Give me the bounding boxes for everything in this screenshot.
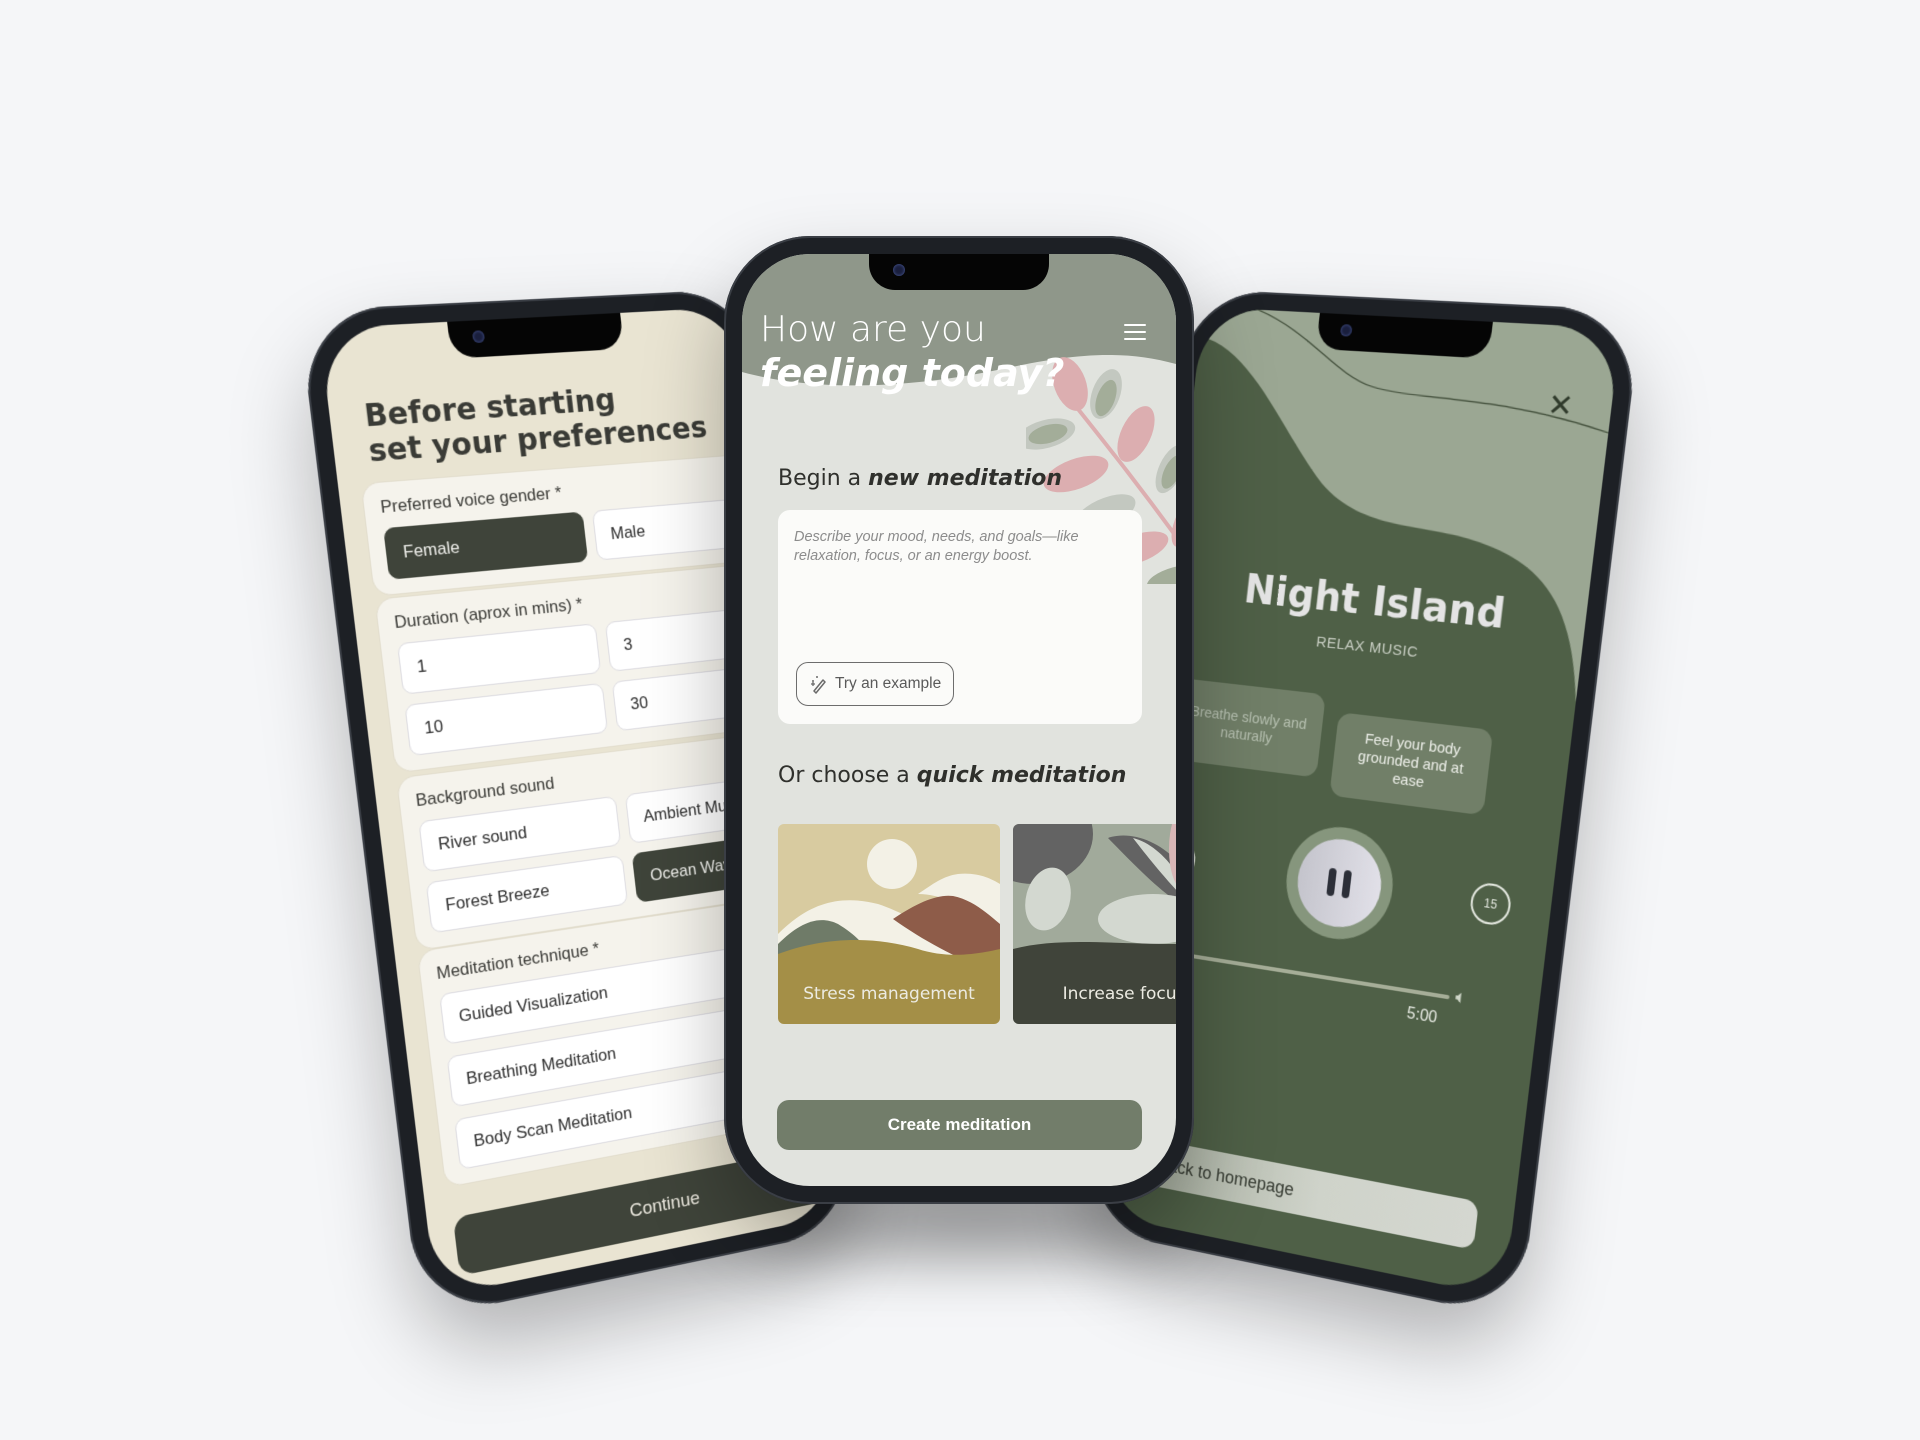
duration-option-1[interactable]: 1 bbox=[396, 623, 602, 695]
notch bbox=[447, 312, 625, 359]
quick-meditation-carousel[interactable]: Stress management Increase focus bbox=[778, 824, 1176, 1024]
camera-icon bbox=[893, 264, 905, 276]
quick-card-stress[interactable]: Stress management bbox=[778, 824, 1000, 1024]
affirmation-card[interactable]: Feel your body grounded and at ease bbox=[1329, 712, 1494, 816]
new-meditation-heading: Begin a new meditation bbox=[778, 466, 1063, 491]
duration-label: 5:00 bbox=[1405, 1004, 1439, 1027]
preferences-title: Before starting set your preferences bbox=[362, 378, 708, 470]
notch bbox=[869, 254, 1049, 290]
mood-input-placeholder: Describe your mood, needs, and goals—lik… bbox=[794, 529, 1079, 564]
camera-icon bbox=[1339, 324, 1353, 337]
duration-option-10[interactable]: 10 bbox=[404, 682, 609, 757]
skip-forward-button[interactable]: 15 bbox=[1468, 880, 1513, 928]
camera-icon bbox=[471, 330, 486, 344]
close-icon[interactable]: ✕ bbox=[1544, 388, 1576, 424]
quick-card-label: Stress management bbox=[803, 984, 975, 1004]
create-meditation-button[interactable]: Create meditation bbox=[777, 1100, 1142, 1150]
hamburger-menu-icon[interactable] bbox=[1124, 324, 1146, 340]
try-example-button[interactable]: Try an example bbox=[796, 662, 955, 706]
phone-home: How are you feeling today? Begin a new m… bbox=[724, 236, 1194, 1204]
speaker-icon[interactable]: 🔈︎ bbox=[1454, 986, 1478, 1012]
pause-icon bbox=[1293, 833, 1386, 933]
quick-card-focus[interactable]: Increase focus bbox=[1013, 824, 1176, 1024]
magic-wand-icon bbox=[811, 676, 826, 694]
quick-meditation-heading: Or choose a quick meditation bbox=[778, 763, 1127, 788]
mood-input-field[interactable]: Describe your mood, needs, and goals—lik… bbox=[778, 510, 1142, 724]
forward-15-icon: 15 bbox=[1483, 895, 1499, 913]
option-female[interactable]: Female bbox=[383, 511, 589, 580]
greeting-heading: How are you feeling today? bbox=[760, 309, 1065, 395]
pause-button[interactable] bbox=[1280, 820, 1399, 947]
home-screen: How are you feeling today? Begin a new m… bbox=[742, 254, 1176, 1186]
quick-card-label: Increase focus bbox=[1062, 984, 1176, 1004]
